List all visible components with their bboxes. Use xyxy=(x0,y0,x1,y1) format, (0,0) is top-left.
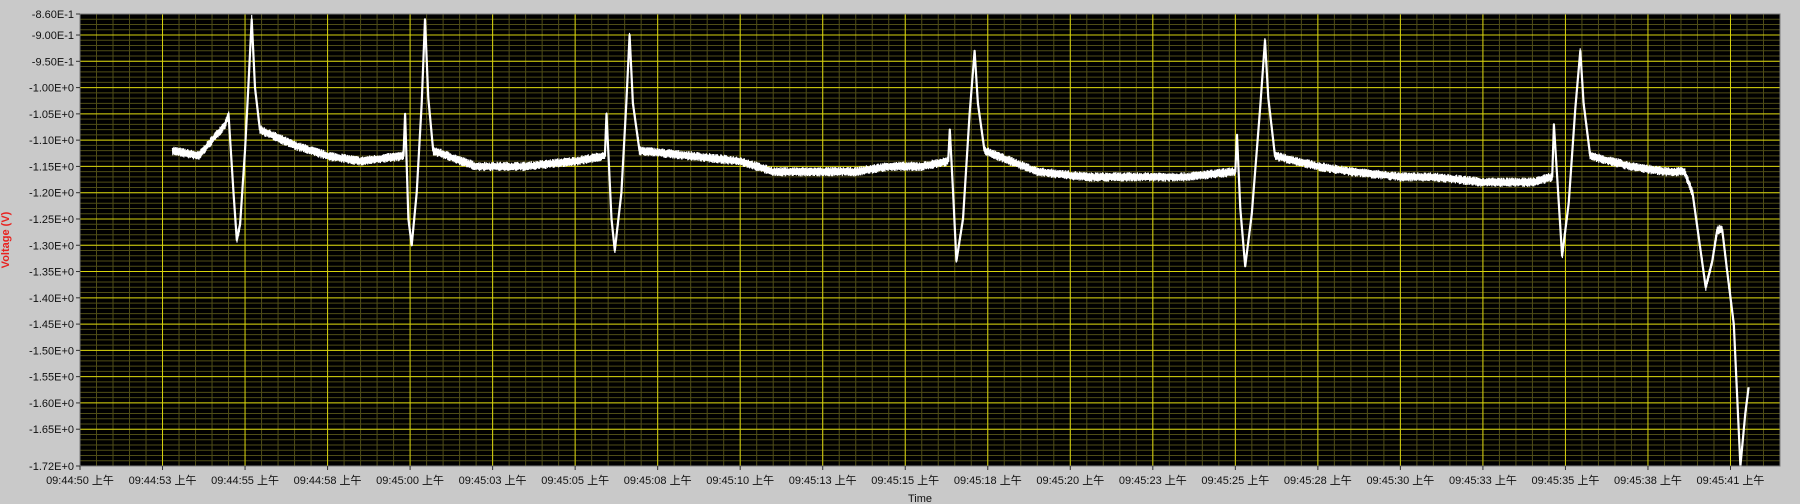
x-tick-label: 09:45:08 上午 xyxy=(624,474,692,487)
x-tick-label: 09:45:41 上午 xyxy=(1697,474,1765,487)
y-tick-label: -1.65E+0 xyxy=(29,424,74,436)
y-tick-label: -9.00E-1 xyxy=(32,30,74,42)
y-tick-label: -1.35E+0 xyxy=(29,267,74,279)
x-axis-title: Time xyxy=(908,493,932,504)
x-tick-label: 09:45:30 上午 xyxy=(1366,474,1434,487)
x-tick-label: 09:45:10 上午 xyxy=(706,474,774,487)
y-tick-label: -1.55E+0 xyxy=(29,372,74,384)
y-tick-label: -8.60E-1 xyxy=(32,9,74,21)
y-axis-title: Voltage (V) xyxy=(0,211,12,268)
x-tick-label: 09:45:13 上午 xyxy=(789,474,857,487)
x-tick-label: 09:45:05 上午 xyxy=(541,474,609,487)
x-tick-label: 09:45:23 上午 xyxy=(1119,474,1187,487)
x-tick-label: 09:45:33 上午 xyxy=(1449,474,1517,487)
x-tick-label: 09:45:35 上午 xyxy=(1531,474,1599,487)
y-tick-label: -1.45E+0 xyxy=(29,319,74,331)
x-tick-label: 09:44:58 上午 xyxy=(294,474,362,487)
x-tick-label: 09:45:38 上午 xyxy=(1614,474,1682,487)
x-tick-label: 09:45:28 上午 xyxy=(1284,474,1352,487)
y-tick-label: -1.50E+0 xyxy=(29,345,74,357)
waveform-graph: -8.60E-1 -9.00E-1 -9.50E-1 -1.00E+0 -1.05E+0… xyxy=(0,0,1800,504)
x-tick-label: 09:45:00 上午 xyxy=(376,474,444,487)
y-axis-ticks: -8.60E-1 -9.00E-1 -9.50E-1 -1.00E+0 -1.05E+0… xyxy=(29,9,80,473)
x-axis-ticks: 09:44:50 上午 09:44:53 上午 09:44:55 上午 09:44:5… xyxy=(46,466,1764,487)
x-tick-label: 09:45:15 上午 xyxy=(871,474,939,487)
y-tick-label: -1.00E+0 xyxy=(29,83,74,95)
y-tick-label: -1.20E+0 xyxy=(29,188,74,200)
x-tick-label: 09:44:50 上午 xyxy=(46,474,114,487)
x-tick-label: 09:45:25 上午 xyxy=(1201,474,1269,487)
x-tick-label: 09:45:20 上午 xyxy=(1036,474,1104,487)
x-tick-label: 09:44:55 上午 xyxy=(211,474,279,487)
x-tick-label: 09:45:03 上午 xyxy=(459,474,527,487)
y-tick-label: -1.05E+0 xyxy=(29,109,74,121)
chart-svg: -8.60E-1 -9.00E-1 -9.50E-1 -1.00E+0 -1.05E+0… xyxy=(0,9,1781,504)
y-tick-label: -1.40E+0 xyxy=(29,293,74,305)
x-tick-label: 09:45:18 上午 xyxy=(954,474,1022,487)
y-tick-label: -1.10E+0 xyxy=(29,135,74,147)
y-tick-label: -9.50E-1 xyxy=(32,56,74,68)
y-tick-label: -1.25E+0 xyxy=(29,214,74,226)
y-tick-label: -1.72E+0 xyxy=(29,461,74,473)
y-tick-label: -1.60E+0 xyxy=(29,398,74,410)
x-tick-label: 09:44:53 上午 xyxy=(129,474,197,487)
y-tick-label: -1.30E+0 xyxy=(29,240,74,252)
y-tick-label: -1.15E+0 xyxy=(29,161,74,173)
